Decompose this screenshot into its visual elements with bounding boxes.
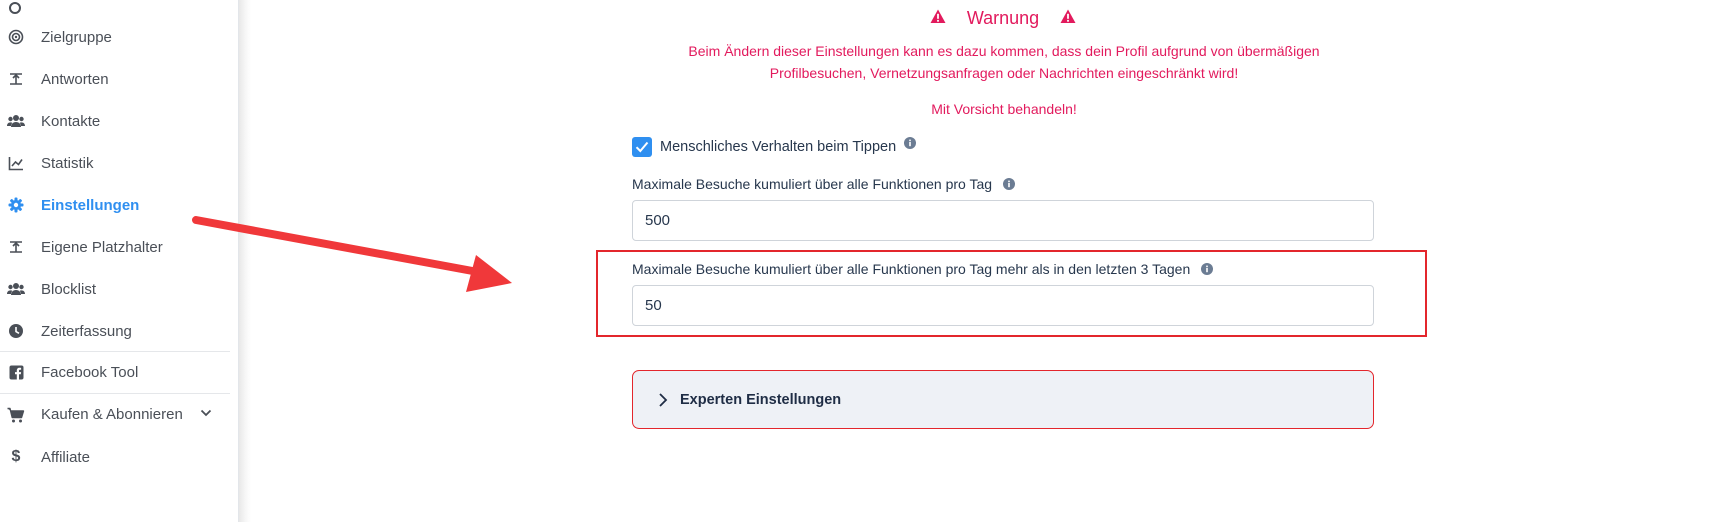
sidebar-item-label: Blocklist xyxy=(41,280,97,298)
chevron-down-icon[interactable] xyxy=(199,406,213,424)
sidebar-item-label: Facebook Tool xyxy=(41,364,139,381)
info-icon[interactable] xyxy=(1201,263,1214,275)
max-visits-extra-label-row: Maximale Besuche kumuliert über alle Fun… xyxy=(632,261,1214,277)
max-visits-extra-label: Maximale Besuche kumuliert über alle Fun… xyxy=(632,261,1191,277)
max-visits-input[interactable] xyxy=(632,200,1374,241)
sidebar-item-label: Kaufen & Abonnieren xyxy=(41,406,183,423)
gear-icon xyxy=(7,196,25,214)
clock-icon xyxy=(7,322,25,340)
sidebar-item-label: Antworten xyxy=(41,70,109,88)
sidebar-item-zeiterfassung[interactable]: Zeiterfassung xyxy=(0,310,230,352)
sidebar-item-label: Affiliate xyxy=(41,448,90,466)
sidebar-item-einstellungen[interactable]: Einstellungen xyxy=(0,184,230,226)
sidebar-item-statistik[interactable]: Statistik xyxy=(0,142,230,184)
users-icon xyxy=(7,112,25,130)
sidebar-item-label: Kontakte xyxy=(41,112,101,130)
sidebar-item-kaufen-abonnieren[interactable]: Kaufen & Abonnieren xyxy=(0,393,230,435)
max-visits-label: Maximale Besuche kumuliert über alle Fun… xyxy=(632,176,993,192)
chart-line-icon xyxy=(7,154,25,172)
human-typing-row: Menschliches Verhalten beim Tippen xyxy=(632,136,917,158)
sidebar-item-zielgruppe[interactable]: Zielgruppe xyxy=(0,16,230,58)
sidebar-item-label: Zeiterfassung xyxy=(41,322,132,340)
sidebar-item-label: Einstellungen xyxy=(41,196,140,214)
sidebar-divider xyxy=(239,0,251,522)
placeholder-icon xyxy=(7,238,25,256)
expert-settings-label: Experten Einstellungen xyxy=(680,391,842,408)
reply-icon xyxy=(7,70,25,88)
warning-caution: Mit Vorsicht behandeln! xyxy=(931,101,1077,117)
target-icon xyxy=(7,28,25,46)
warning-text: Beim Ändern dieser Einstellungen kann es… xyxy=(688,43,1320,81)
expert-settings-toggle[interactable]: Experten Einstellungen xyxy=(632,370,1374,429)
sidebar-item-label: Zielgruppe xyxy=(41,28,112,46)
sidebar-item-eigene-platzhalter[interactable]: Eigene Platzhalter xyxy=(0,226,230,268)
human-typing-checkbox[interactable] xyxy=(632,137,652,157)
sidebar-item-antworten[interactable]: Antworten xyxy=(0,58,230,100)
sidebar-item-affiliate[interactable]: $ Affiliate xyxy=(0,436,230,478)
sidebar: Zielgruppe Antworten Kontakte Statistik … xyxy=(0,0,239,522)
users-block-icon xyxy=(7,280,25,298)
info-icon[interactable] xyxy=(1003,178,1016,190)
sidebar-item-facebook-tool[interactable]: Facebook Tool xyxy=(0,351,230,393)
warning-icon xyxy=(1060,8,1076,29)
warning-title: Warnung xyxy=(966,7,1040,28)
max-visits-label-row: Maximale Besuche kumuliert über alle Fun… xyxy=(632,176,1016,192)
dollar-icon: $ xyxy=(11,448,21,465)
info-icon[interactable] xyxy=(904,137,917,149)
max-visits-extra-input[interactable] xyxy=(632,285,1374,326)
chevron-right-icon xyxy=(658,392,668,408)
sidebar-item-blocklist[interactable]: Blocklist xyxy=(0,268,230,310)
sidebar-item-label: Eigene Platzhalter xyxy=(41,238,163,256)
warning-icon xyxy=(930,8,946,29)
facebook-icon xyxy=(7,364,25,382)
sidebar-item-label: Statistik xyxy=(41,154,94,172)
sidebar-item-kontakte[interactable]: Kontakte xyxy=(0,100,230,142)
human-typing-label: Menschliches Verhalten beim Tippen xyxy=(660,139,897,155)
cart-icon xyxy=(7,406,25,424)
warning-title-row: Warnung xyxy=(930,4,1076,32)
